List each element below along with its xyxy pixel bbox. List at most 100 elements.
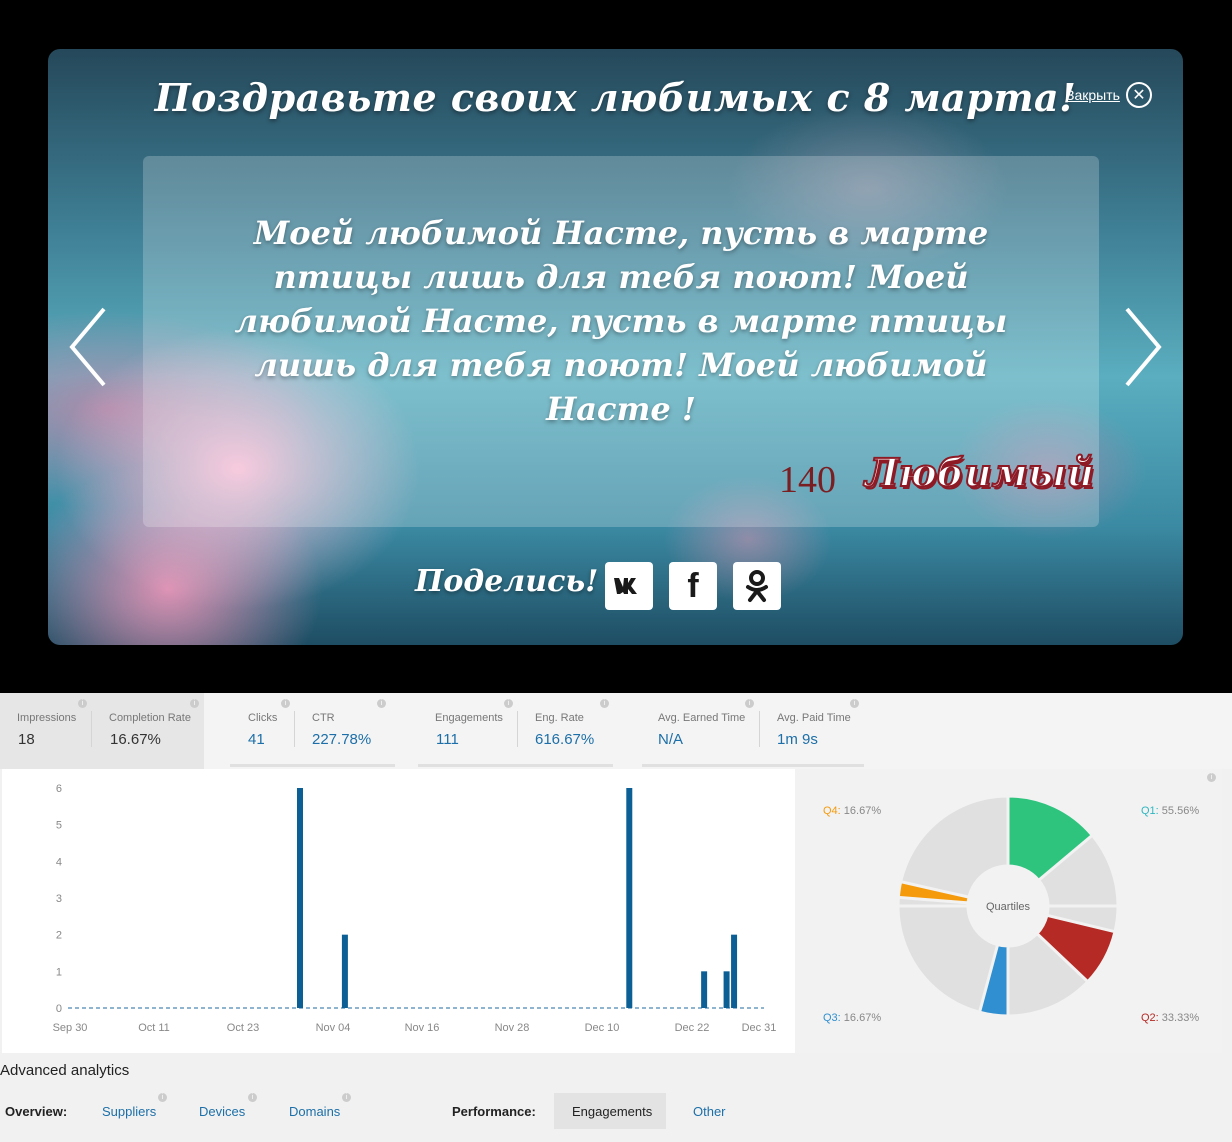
x-tick-label: Nov 16 xyxy=(405,1022,440,1034)
tab-engagements[interactable]: Engagements xyxy=(572,1104,652,1119)
q1-label: Q1: xyxy=(1141,805,1159,817)
odnoklassniki-share-button[interactable] xyxy=(733,562,781,610)
message-counter: 140 xyxy=(779,459,836,501)
info-icon[interactable]: i xyxy=(342,1093,351,1102)
y-tick-label: 0 xyxy=(56,1003,62,1015)
banner-title: Поздравьте своих любимых с 8 марта! xyxy=(154,75,1077,120)
vk-share-button[interactable] xyxy=(605,562,653,610)
avg-earned-time-label: Avg. Earned Time xyxy=(658,712,746,724)
info-icon[interactable]: i xyxy=(158,1093,167,1102)
q4-value: 16.67% xyxy=(843,805,882,817)
y-tick-label: 3 xyxy=(56,893,62,905)
greeting-message: Моей любимой Насте, пусть в марте птицы … xyxy=(234,214,1008,428)
overview-label: Overview: xyxy=(5,1104,68,1119)
tab-suppliers[interactable]: Suppliers xyxy=(102,1104,156,1119)
group-underline xyxy=(418,764,613,767)
info-icon[interactable]: i xyxy=(248,1093,257,1102)
x-tick-label: Nov 28 xyxy=(495,1022,530,1034)
completion-rate-label: Completion Rate xyxy=(109,712,191,724)
q1-legend: Q1: 55.56% xyxy=(1141,805,1199,817)
divider xyxy=(91,711,92,747)
x-tick-label: Oct 23 xyxy=(227,1022,259,1034)
eng-rate-value: 616.67% xyxy=(535,731,595,748)
x-tick-label: Dec 22 xyxy=(675,1022,710,1034)
info-icon[interactable]: i xyxy=(600,699,609,708)
ctr-value: 227.78% xyxy=(312,731,372,748)
q3-label: Q3: xyxy=(823,1012,841,1024)
completion-rate-value: 16.67% xyxy=(110,731,161,748)
eng-rate-label: Eng. Rate xyxy=(535,712,584,724)
x-tick-label: Sep 30 xyxy=(53,1022,88,1034)
engagement-bar-chart: 0 1 2 3 4 5 6 Sep 30 Oct 11 Oct 23 Nov 04 Nov 16 Nov… xyxy=(2,769,795,1053)
vk-icon xyxy=(614,578,637,594)
divider xyxy=(759,711,760,747)
q2-value: 33.33% xyxy=(1161,1012,1200,1024)
engagements-label: Engagements xyxy=(435,712,503,724)
quartiles-pie-chart: i Quartiles Q4: 16.67% Q1: 55.56% Q3: 16… xyxy=(795,769,1222,1053)
q4-legend: Q4: 16.67% xyxy=(823,805,881,817)
facebook-share-button[interactable]: f xyxy=(669,562,717,610)
bar[interactable] xyxy=(701,971,708,1008)
close-link[interactable]: Закрыть xyxy=(1066,87,1120,103)
group-underline xyxy=(642,764,864,767)
x-tick-label: Nov 04 xyxy=(316,1022,351,1034)
info-icon[interactable]: i xyxy=(190,699,199,708)
tab-devices[interactable]: Devices xyxy=(199,1104,245,1119)
q1-value: 55.56% xyxy=(1161,805,1200,817)
clicks-label: Clicks xyxy=(248,712,278,724)
bar[interactable] xyxy=(341,934,348,1008)
info-icon[interactable]: i xyxy=(850,699,859,708)
tab-domains[interactable]: Domains xyxy=(289,1104,340,1119)
bar[interactable] xyxy=(723,971,730,1008)
y-tick-label: 5 xyxy=(56,820,62,832)
engagements-value: 111 xyxy=(436,731,459,748)
q2-legend: Q2: 33.33% xyxy=(1141,1012,1199,1024)
tab-other[interactable]: Other xyxy=(693,1104,726,1119)
info-icon[interactable]: i xyxy=(377,699,386,708)
clicks-value: 41 xyxy=(248,731,265,748)
q3-legend: Q3: 16.67% xyxy=(823,1012,881,1024)
x-tick-label: Dec 31 xyxy=(742,1022,777,1034)
info-icon[interactable]: i xyxy=(1207,773,1216,782)
x-tick-label: Oct 11 xyxy=(138,1022,170,1034)
info-icon[interactable]: i xyxy=(281,699,290,708)
q2-label: Q2: xyxy=(1141,1012,1159,1024)
chevron-left-icon[interactable] xyxy=(68,307,108,387)
y-tick-label: 1 xyxy=(56,966,62,978)
analytics-nav: Overview: Suppliers i Devices i Domains … xyxy=(0,1093,1232,1129)
avg-earned-time-value: N/A xyxy=(658,731,684,748)
ctr-label: CTR xyxy=(312,712,335,724)
x-tick-label: Dec 10 xyxy=(585,1022,620,1034)
q4-label: Q4: xyxy=(823,805,841,817)
bar[interactable] xyxy=(626,788,633,1008)
y-tick-label: 4 xyxy=(56,856,62,868)
group-underline xyxy=(230,764,395,767)
info-icon[interactable]: i xyxy=(745,699,754,708)
y-tick-label: 2 xyxy=(56,930,62,942)
bar[interactable] xyxy=(297,788,303,1008)
message-card: Моей любимой Насте, пусть в марте птицы … xyxy=(143,156,1099,527)
facebook-icon: f xyxy=(687,566,699,605)
bar[interactable] xyxy=(731,934,738,1008)
divider xyxy=(517,711,518,747)
info-icon[interactable]: i xyxy=(504,699,513,708)
performance-label: Performance: xyxy=(452,1104,536,1119)
advanced-analytics-title: Advanced analytics xyxy=(0,1062,130,1079)
odnoklassniki-icon xyxy=(746,570,768,602)
greeting-banner: Поздравьте своих любимых с 8 марта! Закр… xyxy=(48,49,1183,645)
pie-center-label: Quartiles xyxy=(986,901,1031,913)
divider xyxy=(294,711,295,747)
chevron-right-icon[interactable] xyxy=(1123,307,1163,387)
close-icon[interactable]: ✕ xyxy=(1125,82,1152,108)
avg-paid-time-label: Avg. Paid Time xyxy=(777,712,851,724)
q3-value: 16.67% xyxy=(843,1012,882,1024)
info-icon[interactable]: i xyxy=(78,699,87,708)
stats-row: Impressions 18 i Completion Rate 16.67% … xyxy=(0,693,1232,769)
bar-chart-svg: 0 1 2 3 4 5 6 Sep 30 Oct 11 Oct 23 Nov 04 Nov 16 Nov… xyxy=(53,783,777,1034)
share-label: Поделись! xyxy=(415,564,599,599)
analytics-panel: Impressions 18 i Completion Rate 16.67% … xyxy=(0,693,1232,1142)
close-control[interactable]: Закрыть ✕ xyxy=(1066,82,1152,108)
avg-paid-time-value: 1m 9s xyxy=(777,731,818,748)
y-tick-label: 6 xyxy=(56,783,62,795)
signature: Любимый xyxy=(864,449,1095,496)
